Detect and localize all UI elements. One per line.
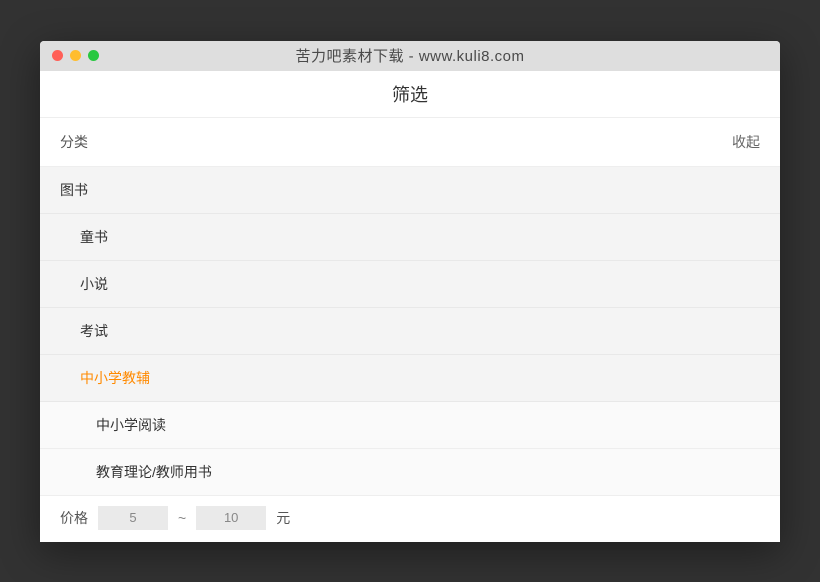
price-row: 价格 ~ 元 [40, 496, 780, 542]
minimize-icon[interactable] [70, 50, 81, 61]
window-title: 苦力吧素材下载 - www.kuli8.com [40, 45, 780, 66]
category-lvl2-item[interactable]: 童书 [40, 214, 780, 261]
category-lvl2-item[interactable]: 小说 [40, 261, 780, 308]
maximize-icon[interactable] [88, 50, 99, 61]
traffic-lights [52, 50, 99, 61]
category-lvl1[interactable]: 图书 [40, 167, 780, 214]
category-lvl3-item[interactable]: 中小学阅读 [40, 402, 780, 449]
app-window: 苦力吧素材下载 - www.kuli8.com 筛选 分类 收起 图书 童书 小… [40, 41, 780, 542]
page-title: 筛选 [40, 71, 780, 118]
filter-header: 分类 收起 [40, 118, 780, 167]
category-label: 分类 [60, 132, 88, 152]
category-lvl2-item-active[interactable]: 中小学教辅 [40, 355, 780, 402]
collapse-button[interactable]: 收起 [732, 132, 760, 152]
price-max-input[interactable] [196, 506, 266, 530]
titlebar: 苦力吧素材下载 - www.kuli8.com [40, 41, 780, 71]
close-icon[interactable] [52, 50, 63, 61]
price-unit: 元 [276, 508, 290, 528]
price-label: 价格 [60, 508, 88, 528]
category-lvl2-item[interactable]: 考试 [40, 308, 780, 355]
category-lvl3-item[interactable]: 教育理论/教师用书 [40, 449, 780, 496]
price-separator: ~ [178, 510, 186, 526]
price-min-input[interactable] [98, 506, 168, 530]
